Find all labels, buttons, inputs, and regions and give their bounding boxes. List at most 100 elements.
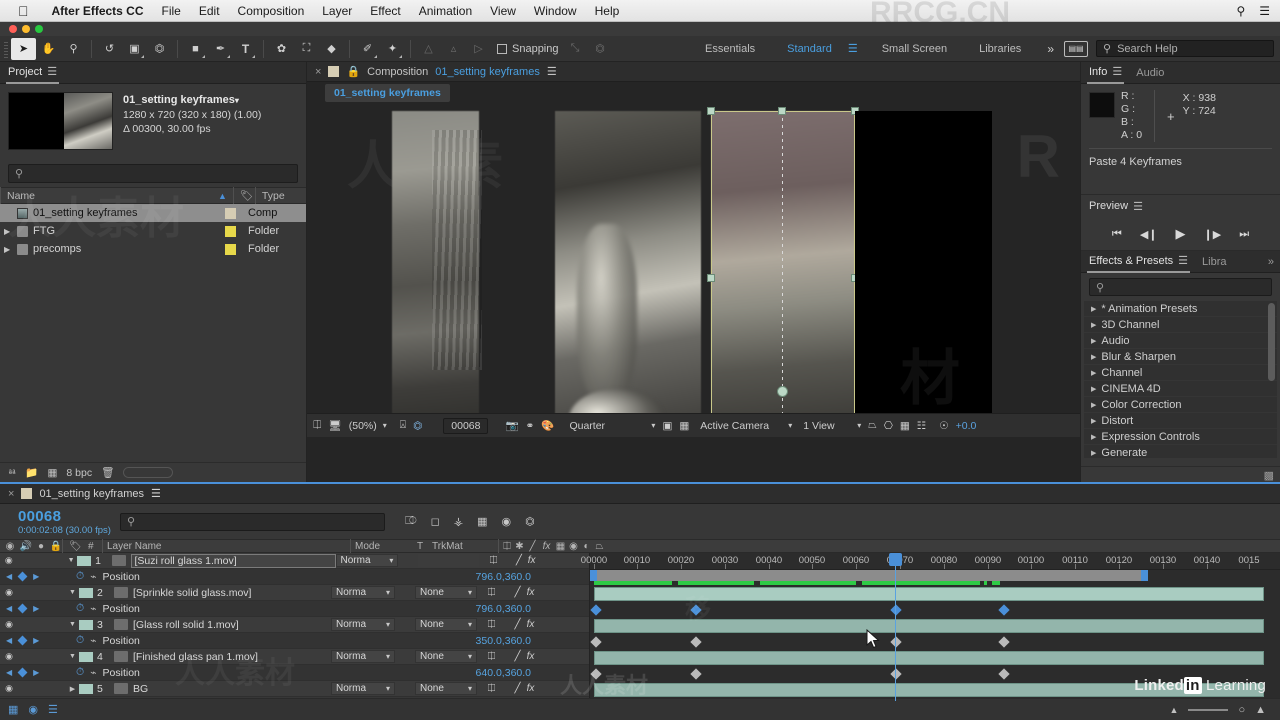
workspace-standard[interactable]: Standard [771, 43, 848, 55]
effects-category-color-correction[interactable]: ▶ Color Correction [1084, 397, 1277, 413]
tab-audio[interactable]: Audio [1134, 62, 1166, 84]
layer-mode-dropdown[interactable]: Norma ▾ [331, 682, 395, 695]
row-disclosure-triangle-icon[interactable]: ▶ [4, 227, 17, 236]
keyframe[interactable] [890, 668, 902, 680]
choose-grid-icon[interactable]: ⍓ [400, 419, 406, 432]
keyframe[interactable] [998, 604, 1010, 616]
video-toggle-icon[interactable]: ◉ [0, 683, 18, 694]
disclosure-triangle-icon[interactable]: ▶ [1091, 417, 1096, 425]
layer-bar-2[interactable] [594, 619, 1264, 633]
timeline-layer-row-2[interactable]: ◉ ▼ 2 [Sprinkle solid glass.mov] Norma ▾… [0, 585, 589, 601]
disclosure-triangle-icon[interactable]: ▶ [66, 685, 79, 693]
panel-menu-icon[interactable]: ☰ [1133, 200, 1143, 213]
quality-icon[interactable]: ╱ [524, 539, 537, 553]
fx-switch[interactable]: fx [524, 619, 537, 630]
video-toggle-icon[interactable]: ◉ [0, 651, 18, 662]
menu-app-name[interactable]: After Effects CC [43, 4, 153, 18]
panel-menu-icon[interactable]: ☰ [151, 487, 161, 500]
property-value[interactable]: 640.0,360.0 [476, 667, 589, 679]
play-button[interactable]: ▶ [1176, 226, 1186, 242]
keyframe-navigator-1[interactable]: ◀ ▶ [0, 571, 54, 582]
layer-color-swatch[interactable] [77, 555, 92, 566]
disclosure-triangle-icon[interactable]: ▶ [1091, 353, 1096, 361]
layer-name-wrap[interactable]: [Suzi roll glass 1.mov] [130, 553, 336, 568]
audio-icon[interactable]: 🔊 [16, 539, 32, 553]
frame-blend-icon[interactable]: ▦ [552, 539, 565, 553]
graph-editor-set-icon[interactable]: ⌁ [90, 603, 96, 615]
next-keyframe-icon[interactable]: ▶ [33, 572, 39, 581]
reset-exposure-icon[interactable]: ☉ [939, 420, 948, 432]
graph-editor-set-icon[interactable]: ⌁ [90, 635, 96, 647]
rotation-tool[interactable]: ↺ [97, 38, 122, 60]
snapping-box-icon[interactable]: ⏣ [588, 38, 613, 60]
layer-mode-dropdown[interactable]: Norma ▾ [331, 586, 395, 599]
menubar-search-icon[interactable]: ⚲ [1236, 4, 1245, 18]
fast-preview-icon[interactable]: ⎔ [884, 420, 893, 432]
transparency-grid-icon[interactable]: ▦ [679, 420, 689, 432]
timeline-icon[interactable]: ▦ [900, 420, 910, 432]
show-snapshot-icon[interactable]: ⚭ [526, 420, 535, 432]
camera-tool[interactable]: ▣ [122, 38, 147, 60]
zoom-tool[interactable]: ⚲ [61, 38, 86, 60]
keyframe-navigator-3[interactable]: ◀ ▶ [0, 635, 54, 646]
new-folder-icon[interactable]: 📁 [25, 466, 38, 479]
motion-blur-switch-icon[interactable]: ◉ [565, 539, 578, 553]
shy-icon[interactable]: ⎅ [498, 539, 511, 553]
layer-color-swatch[interactable] [79, 683, 93, 694]
layer-color-swatch[interactable] [79, 619, 93, 630]
layer-mode-dropdown[interactable]: Norma ▾ [335, 554, 399, 567]
snapshot-icon[interactable]: 📷 [505, 419, 518, 432]
row-disclosure-triangle-icon[interactable]: ▶ [4, 245, 17, 254]
shy-switch[interactable]: ⎅ [485, 651, 498, 662]
maximize-window-button[interactable] [35, 25, 43, 33]
solo-icon[interactable]: ● [32, 539, 46, 553]
effects-overflow-icon[interactable]: » [1266, 251, 1280, 273]
timeline-layer-row-5[interactable]: ◉ ▶ 5 BG Norma ▾ None ▾ ⎅ ╱ fx [0, 681, 589, 697]
project-search-input[interactable]: ⚲ [8, 164, 298, 183]
next-frame-button[interactable]: ❙▶ [1204, 228, 1222, 241]
layer-mode-dropdown[interactable]: Norma ▾ [331, 650, 395, 663]
prev-keyframe-icon[interactable]: ◀ [6, 668, 12, 677]
layer-trkmat-dropdown[interactable] [418, 554, 480, 567]
shape-tool[interactable]: ■ [183, 38, 208, 60]
eraser-tool[interactable]: ◆ [319, 38, 344, 60]
apple-icon[interactable]:  [18, 4, 29, 18]
keyframe[interactable] [590, 636, 602, 648]
timeline-search-input[interactable]: ⚲ [120, 512, 385, 531]
zoom-track[interactable] [1188, 708, 1229, 711]
tab-project[interactable]: Project ☰ [6, 62, 60, 84]
timeline-track-layer-1[interactable] [590, 586, 1280, 602]
menu-item-window[interactable]: Window [525, 4, 586, 18]
label-swatch[interactable] [225, 243, 236, 255]
work-area-bar[interactable] [594, 570, 1144, 581]
first-frame-button[interactable]: ⏮ [1112, 228, 1122, 241]
label-tag-icon[interactable]: 🏷 [62, 539, 84, 553]
adjustment-layer-icon[interactable]: ◐ [578, 539, 591, 553]
label-swatch[interactable] [225, 225, 236, 237]
menu-item-composition[interactable]: Composition [229, 4, 314, 18]
column-type[interactable]: Type [254, 187, 306, 204]
keyframe[interactable] [690, 636, 702, 648]
layer-mode-dropdown[interactable]: Norma ▾ [331, 618, 395, 631]
effects-category-3d-channel[interactable]: ▶ 3D Channel [1084, 317, 1277, 333]
show-channel-icon[interactable]: 🎨 [541, 419, 554, 432]
menu-item-edit[interactable]: Edit [190, 4, 229, 18]
disclosure-triangle-icon[interactable]: ▶ [1091, 401, 1096, 409]
layer-color-swatch[interactable] [79, 587, 93, 598]
effects-search-input[interactable]: ⚲ [1089, 278, 1272, 296]
effects-scrollbar[interactable] [1268, 303, 1275, 381]
keyframe[interactable] [998, 668, 1010, 680]
effects-category-generate[interactable]: ▶ Generate [1084, 445, 1277, 459]
tab-preview[interactable]: Preview ☰ [1087, 195, 1145, 217]
effects-category-expression-controls[interactable]: ▶ Expression Controls [1084, 429, 1277, 445]
help-search-field[interactable]: ⚲ Search Help [1096, 40, 1274, 57]
stopwatch-icon[interactable]: ⏱ [76, 602, 84, 615]
effects-category-distort[interactable]: ▶ Distort [1084, 413, 1277, 429]
video-toggle-icon[interactable]: ◉ [0, 555, 18, 566]
timeline-track-layer-3[interactable] [590, 650, 1280, 666]
lock-icon[interactable]: 🔒 [346, 65, 360, 78]
selection-tool[interactable]: ➤ [11, 37, 36, 60]
resolution-control[interactable]: Quarter ▾ [569, 420, 655, 432]
timeline-property-row-2[interactable]: ◀ ▶ ⏱ ⌁ Position 796.0,360.0 [0, 601, 589, 617]
menu-item-view[interactable]: View [481, 4, 525, 18]
